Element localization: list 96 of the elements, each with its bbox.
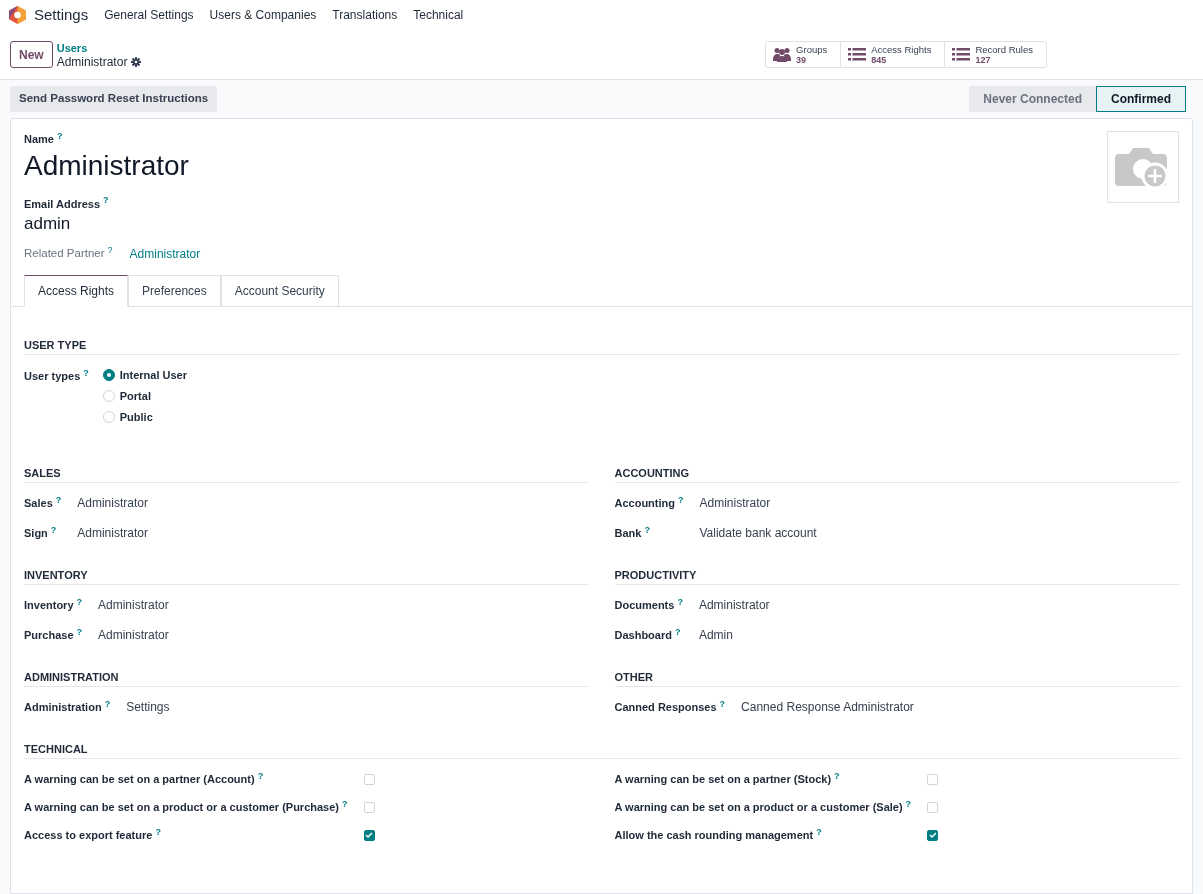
field-value[interactable]: Canned Response Administrator bbox=[741, 699, 1179, 715]
help-mark[interactable]: ? bbox=[55, 494, 62, 505]
help-mark[interactable]: ? bbox=[76, 596, 82, 607]
help-mark[interactable]: ? bbox=[83, 367, 89, 378]
help-mark[interactable]: ? bbox=[674, 626, 681, 637]
list-icon bbox=[952, 48, 971, 61]
field-value[interactable]: Admin bbox=[698, 627, 1179, 643]
section-title: SALES bbox=[24, 467, 61, 479]
user-name[interactable]: Administrator bbox=[24, 147, 189, 184]
field-label: Allow the cash rounding management $^{?}$ bbox=[614, 827, 823, 843]
field-value[interactable]: Administrator bbox=[98, 597, 589, 613]
field-value[interactable]: Administrator bbox=[698, 597, 1179, 613]
radio-label[interactable]: Portal bbox=[119, 388, 151, 404]
field-label: A warning can be set on a partner (Account) $^{?}$ bbox=[24, 771, 265, 787]
avatar-placeholder[interactable] bbox=[1107, 131, 1179, 203]
help-mark[interactable]: ? bbox=[50, 524, 57, 535]
section-title: OTHER bbox=[614, 671, 653, 683]
field-label: A warning can be set on a product or a customer (Sale) $^{?}$ bbox=[614, 799, 912, 815]
help-mark[interactable]: ? bbox=[719, 698, 726, 709]
help-mark[interactable]: ? bbox=[103, 195, 109, 205]
field-value[interactable]: Settings bbox=[126, 699, 589, 715]
radio-button[interactable] bbox=[102, 369, 115, 381]
section-title: TECHNICAL bbox=[24, 743, 88, 755]
section-title: INVENTORY bbox=[24, 569, 88, 581]
new-button[interactable]: New bbox=[10, 41, 53, 68]
app-logo-icon[interactable] bbox=[9, 6, 26, 24]
app-name[interactable]: Settings bbox=[34, 3, 89, 27]
field-label: Related Partner $^{?}$ bbox=[24, 245, 113, 262]
section-title: PRODUCTIVITY bbox=[614, 569, 697, 581]
field-label: Sign $^{?}$ bbox=[24, 525, 58, 541]
smart-button-label: Groups bbox=[796, 43, 828, 55]
help-mark[interactable]: ? bbox=[107, 244, 113, 255]
help-mark[interactable]: ? bbox=[104, 698, 111, 709]
help-mark[interactable]: ? bbox=[834, 770, 840, 781]
menu-item[interactable]: Translations bbox=[332, 6, 398, 24]
partner-link[interactable]: Administrator bbox=[129, 245, 201, 263]
field-label: A warning can be set on a partner (Stock) $^{?}$ bbox=[614, 771, 841, 787]
tab[interactable]: Preferences bbox=[128, 275, 221, 307]
help-mark[interactable]: ? bbox=[342, 798, 348, 809]
section-title: USER TYPE bbox=[24, 339, 87, 351]
field-value[interactable]: Administrator bbox=[77, 495, 589, 511]
checkbox[interactable] bbox=[363, 829, 375, 841]
field-label: User types $^{?}$ bbox=[24, 368, 89, 384]
field-value[interactable]: Administrator bbox=[77, 525, 589, 541]
send-reset-button[interactable]: Send Password Reset Instructions bbox=[10, 86, 218, 112]
radio-label[interactable]: Internal User bbox=[119, 367, 187, 383]
field-value[interactable]: Administrator bbox=[699, 495, 1179, 511]
users-icon bbox=[773, 47, 792, 62]
smart-button[interactable]: Access Rights 845 bbox=[840, 42, 945, 67]
help-mark[interactable]: ? bbox=[678, 494, 684, 505]
section-title: ADMINISTRATION bbox=[24, 671, 119, 683]
status-step[interactable]: Never Connected bbox=[969, 86, 1096, 112]
help-mark[interactable]: ? bbox=[905, 798, 912, 809]
help-mark[interactable]: ? bbox=[677, 596, 683, 607]
smart-button-label: Record Rules bbox=[975, 43, 1033, 55]
menu-item[interactable]: General Settings bbox=[104, 6, 194, 24]
smart-button[interactable]: Groups 39 bbox=[766, 42, 841, 67]
field-label: Purchase $^{?}$ bbox=[24, 627, 83, 643]
smart-button-count: 845 bbox=[871, 54, 888, 66]
field-label: Name $^{?}$ bbox=[24, 131, 63, 147]
field-label: A warning can be set on a product or a customer (Purchase) $^{?}$ bbox=[24, 799, 348, 815]
list-icon bbox=[848, 48, 867, 61]
checkbox[interactable] bbox=[927, 829, 939, 841]
field-label: Access to export feature $^{?}$ bbox=[24, 827, 162, 843]
tab[interactable]: Account Security bbox=[220, 275, 339, 307]
field-label: Accounting $^{?}$ bbox=[614, 495, 684, 511]
tab[interactable]: Access Rights bbox=[24, 275, 129, 307]
help-mark[interactable]: ? bbox=[816, 826, 822, 837]
section-title: ACCOUNTING bbox=[614, 467, 690, 479]
breadcrumb-link[interactable]: Users bbox=[56, 40, 142, 55]
help-mark[interactable]: ? bbox=[644, 524, 650, 535]
field-label: Documents $^{?}$ bbox=[614, 597, 683, 613]
menu-item[interactable]: Technical bbox=[413, 6, 464, 24]
smart-button-count: 127 bbox=[975, 54, 992, 66]
field-label: Dashboard $^{?}$ bbox=[614, 627, 682, 643]
field-label: Bank $^{?}$ bbox=[614, 525, 651, 541]
help-mark[interactable]: ? bbox=[76, 626, 83, 637]
field-value[interactable]: Validate bank account bbox=[699, 525, 1179, 541]
status-step[interactable]: Confirmed bbox=[1096, 86, 1186, 112]
help-mark[interactable]: ? bbox=[257, 770, 264, 781]
menu-item[interactable]: Users & Companies bbox=[209, 6, 317, 24]
breadcrumb-current: Administrator bbox=[56, 54, 128, 69]
smart-button[interactable]: Record Rules 127 bbox=[944, 42, 1046, 67]
radio-label[interactable]: Public bbox=[119, 409, 153, 425]
email-value[interactable]: admin bbox=[24, 212, 71, 236]
field-label: Canned Responses $^{?}$ bbox=[614, 699, 726, 715]
gear-icon[interactable] bbox=[131, 56, 142, 67]
field-label: Email Address $^{?}$ bbox=[24, 195, 109, 212]
help-mark[interactable]: ? bbox=[56, 130, 63, 141]
field-label: Inventory $^{?}$ bbox=[24, 597, 83, 613]
smart-button-count: 39 bbox=[796, 54, 807, 66]
field-value[interactable]: Administrator bbox=[98, 627, 589, 643]
smart-button-label: Access Rights bbox=[871, 43, 932, 55]
help-mark[interactable]: ? bbox=[155, 826, 161, 837]
field-label: Administration $^{?}$ bbox=[24, 699, 111, 715]
field-label: Sales $^{?}$ bbox=[24, 495, 62, 511]
